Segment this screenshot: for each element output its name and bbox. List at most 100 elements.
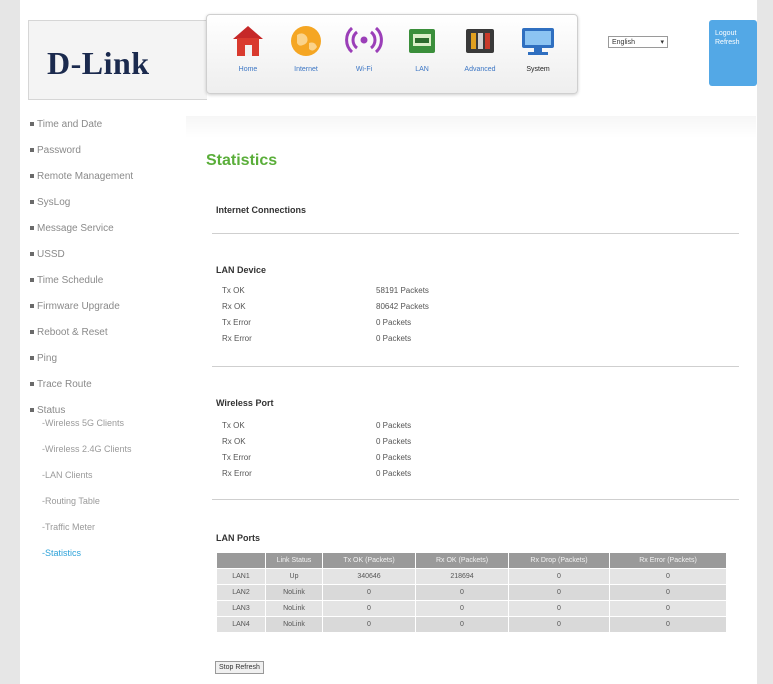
session-box: Logout Refresh [709, 20, 757, 86]
nav-system-label: System [526, 66, 550, 73]
brand-logo: D-Link [47, 45, 150, 81]
wireless-port-row: Rx Error 0 Packets [222, 469, 412, 478]
sidebar-sub-lan-clients[interactable]: -LAN Clients [30, 469, 180, 495]
stop-refresh-button[interactable]: Stop Refresh [215, 661, 264, 674]
bullet-icon [30, 252, 34, 257]
bullet-icon [30, 148, 34, 153]
table-cell: Up [265, 568, 323, 585]
language-selected: English [612, 39, 635, 46]
sidebar-item-trace-route[interactable]: Trace Route [30, 378, 180, 404]
language-select[interactable]: English ▾ [608, 36, 668, 48]
sidebar: Time and Date Password Remote Management… [30, 118, 180, 573]
lan-device-row: Rx Error 0 Packets [222, 334, 412, 343]
logout-link[interactable]: Logout [715, 30, 757, 37]
wireless-port-row: Tx OK 0 Packets [222, 421, 412, 430]
sidebar-item-remote-management[interactable]: Remote Management [30, 170, 180, 196]
table-cell: 0 [508, 600, 610, 617]
nav-wifi-label: Wi-Fi [355, 66, 373, 73]
sidebar-item-password[interactable]: Password [30, 144, 180, 170]
table-header: Tx OK (Packets) [322, 552, 416, 569]
bullet-icon [30, 226, 34, 231]
table-row: LAN3 NoLink 0 0 0 0 [216, 600, 727, 617]
nav-internet[interactable]: Internet [283, 23, 329, 73]
sidebar-sub-traffic-meter[interactable]: -Traffic Meter [30, 521, 180, 547]
table-row: LAN2 NoLink 0 0 0 0 [216, 584, 727, 601]
table-header [216, 552, 266, 569]
table-cell: 0 [508, 568, 610, 585]
nav-home[interactable]: Home [225, 23, 271, 73]
table-cell: 218694 [415, 568, 509, 585]
wifi-icon [345, 26, 383, 54]
left-frame [0, 0, 20, 684]
table-header-row: Link Status Tx OK (Packets) Rx OK (Packe… [216, 552, 727, 569]
divider [212, 233, 739, 234]
lan-device-row: Tx Error 0 Packets [222, 318, 412, 327]
sidebar-item-ussd[interactable]: USSD [30, 248, 180, 274]
lan-device-row: Rx OK 80642 Packets [222, 302, 429, 311]
table-cell: 0 [322, 616, 416, 633]
sidebar-item-status[interactable]: Status [30, 404, 180, 417]
wireless-port-row: Tx Error 0 Packets [222, 453, 412, 462]
table-cell: LAN4 [216, 616, 266, 633]
dropdown-arrow-icon: ▾ [660, 39, 664, 46]
table-cell: 0 [609, 616, 727, 633]
table-header: Rx OK (Packets) [415, 552, 509, 569]
table-cell: 0 [415, 600, 509, 617]
bullet-icon [30, 382, 34, 387]
sidebar-item-syslog[interactable]: SysLog [30, 196, 180, 222]
nav-advanced[interactable]: Advanced [457, 23, 503, 73]
divider [212, 499, 739, 500]
table-cell: 0 [609, 568, 727, 585]
table-cell: NoLink [265, 600, 323, 617]
refresh-link[interactable]: Refresh [715, 39, 757, 46]
table-header: Rx Error (Packets) [609, 552, 727, 569]
lan-ports-table: Link Status Tx OK (Packets) Rx OK (Packe… [216, 552, 727, 633]
nav-lan[interactable]: LAN [399, 23, 445, 73]
tools-icon [466, 29, 494, 53]
home-icon [233, 26, 263, 56]
table-cell: 0 [322, 600, 416, 617]
bullet-icon [30, 356, 34, 361]
wireless-port-title: Wireless Port [216, 398, 274, 408]
sidebar-item-ping[interactable]: Ping [30, 352, 180, 378]
table-row: LAN1 Up 340646 218694 0 0 [216, 568, 727, 585]
table-cell: LAN3 [216, 600, 266, 617]
table-cell: 0 [609, 584, 727, 601]
sidebar-item-firmware-upgrade[interactable]: Firmware Upgrade [30, 300, 180, 326]
nav-system[interactable]: System [515, 23, 561, 73]
main-nav: Home Internet Wi-Fi LAN Advanced System [206, 14, 578, 94]
nav-advanced-label: Advanced [464, 66, 496, 73]
lan-device-row: Tx OK 58191 Packets [222, 286, 429, 295]
bullet-icon [30, 278, 34, 283]
sidebar-item-time-schedule[interactable]: Time Schedule [30, 274, 180, 300]
nav-lan-label: LAN [415, 66, 429, 73]
table-cell: 0 [415, 584, 509, 601]
divider [212, 366, 739, 367]
table-row: LAN4 NoLink 0 0 0 0 [216, 616, 727, 633]
lan-device-title: LAN Device [216, 265, 267, 275]
table-cell: 0 [508, 584, 610, 601]
bullet-icon [30, 408, 34, 413]
sidebar-sub-statistics[interactable]: -Statistics [30, 547, 180, 573]
nav-home-label: Home [238, 66, 258, 73]
nav-internet-label: Internet [294, 66, 318, 73]
right-frame [757, 0, 773, 684]
nav-wifi[interactable]: Wi-Fi [341, 23, 387, 73]
page-title: Statistics [206, 152, 278, 169]
content-top-bar [186, 116, 756, 138]
sidebar-item-time-and-date[interactable]: Time and Date [30, 118, 180, 144]
sidebar-sub-routing-table[interactable]: -Routing Table [30, 495, 180, 521]
header: D-Link Home Internet Wi-Fi LAN Advanced … [20, 0, 757, 108]
bullet-icon [30, 330, 34, 335]
table-cell: NoLink [265, 616, 323, 633]
bullet-icon [30, 174, 34, 179]
sidebar-item-message-service[interactable]: Message Service [30, 222, 180, 248]
sidebar-sub-wireless-24g-clients[interactable]: -Wireless 2.4G Clients [30, 443, 180, 469]
table-cell: 0 [508, 616, 610, 633]
sidebar-sub-wireless-5g-clients[interactable]: -Wireless 5G Clients [30, 417, 180, 443]
globe-icon [291, 26, 321, 56]
sidebar-item-reboot-reset[interactable]: Reboot & Reset [30, 326, 180, 352]
table-cell: 0 [322, 584, 416, 601]
bullet-icon [30, 122, 34, 127]
table-cell: LAN2 [216, 584, 266, 601]
